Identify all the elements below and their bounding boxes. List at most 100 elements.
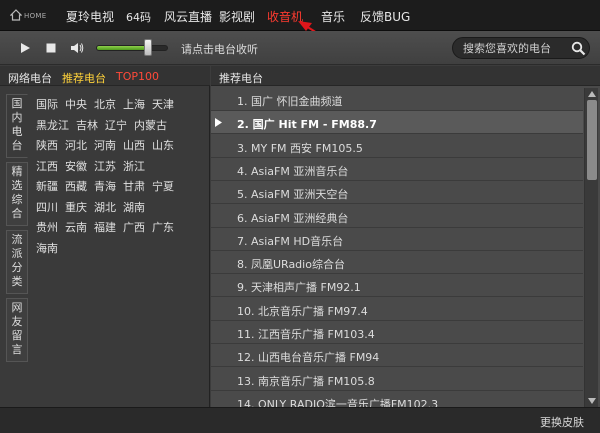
category-domestic[interactable]: 国内电台 [6, 94, 28, 158]
region-link[interactable]: 江苏 [94, 158, 116, 174]
station-row[interactable]: 12. 山西电台音乐广播 FM94 [211, 344, 583, 368]
region-link[interactable]: 新疆 [36, 178, 58, 194]
tab-network-radio[interactable]: 网络电台 [8, 70, 52, 86]
region-link[interactable]: 山东 [152, 137, 174, 153]
region-link[interactable]: 山西 [123, 137, 145, 153]
search-icon[interactable] [571, 41, 586, 56]
region-link[interactable]: 北京 [94, 96, 116, 112]
station-name: 4. AsiaFM 亚洲音乐台 [237, 164, 349, 178]
scrollbar[interactable] [584, 88, 598, 407]
left-tabs: 网络电台 推荐电台 TOP100 [0, 66, 210, 86]
category-char: 分 [11, 261, 23, 274]
station-row[interactable]: 10. 北京音乐广播 FM97.4 [211, 298, 583, 321]
change-skin-link[interactable]: 更换皮肤 [540, 414, 584, 430]
region-link[interactable]: 贵州 [36, 219, 58, 235]
home-icon [10, 9, 22, 21]
region-link[interactable]: 河北 [65, 137, 87, 153]
station-row[interactable]: 9. 天津相声广播 FM92.1 [211, 274, 583, 298]
category-char: 选 [11, 179, 23, 192]
region-link[interactable]: 广西 [123, 219, 145, 235]
scroll-down-icon[interactable] [587, 397, 597, 405]
station-panel: 推荐电台 1. 国广 怀旧金曲频道 2. 国广 Hit FM - FM88.7 3.… [211, 66, 600, 407]
nav-item-live[interactable]: 风云直播 [164, 8, 212, 25]
station-name: 11. 江西音乐广播 FM103.4 [237, 328, 375, 341]
region-link[interactable]: 江西 [36, 158, 58, 174]
station-row[interactable]: 3. MY FM 西安 FM105.5 [211, 135, 583, 158]
speaker-icon[interactable] [70, 41, 84, 55]
region-link[interactable]: 广东 [152, 219, 174, 235]
volume-fill [97, 46, 150, 50]
play-icon[interactable] [18, 41, 32, 55]
station-row[interactable]: 6. AsiaFM 亚洲经典台 [211, 205, 583, 228]
region-link[interactable]: 黑龙江 [36, 117, 69, 133]
nav-item-drama[interactable]: 影视剧 [219, 8, 255, 25]
category-char: 台 [11, 139, 23, 152]
category-char: 言 [11, 343, 23, 356]
region-link[interactable]: 上海 [123, 96, 145, 112]
search-input[interactable] [463, 41, 567, 56]
nav-item-tv[interactable]: 夏玲电视 [66, 8, 114, 25]
region-link[interactable]: 青海 [94, 178, 116, 194]
category-char: 派 [11, 247, 23, 260]
category-guestbook[interactable]: 网友留言 [6, 298, 28, 362]
station-name: 7. AsiaFM HD音乐台 [237, 234, 344, 248]
scroll-thumb[interactable] [587, 100, 597, 180]
home-button[interactable]: HOME [10, 7, 46, 25]
search-box [452, 37, 590, 59]
region-link[interactable]: 陕西 [36, 137, 58, 153]
category-char: 内 [11, 111, 23, 124]
volume-slider[interactable] [96, 45, 168, 51]
region-link[interactable]: 河南 [94, 137, 116, 153]
region-link[interactable]: 中央 [65, 96, 87, 112]
category-char: 类 [11, 275, 23, 288]
region-link[interactable]: 海南 [36, 240, 58, 256]
category-char: 综 [11, 193, 23, 206]
tab-top100[interactable]: TOP100 [116, 70, 159, 83]
region-link[interactable]: 重庆 [65, 199, 87, 215]
station-row[interactable]: 5. AsiaFM 亚洲天空台 [211, 181, 583, 205]
player-toolbar: 请点击电台收听 [0, 31, 600, 65]
station-name: 1. 国广 怀旧金曲频道 [237, 95, 343, 108]
region-link[interactable]: 福建 [94, 219, 116, 235]
region-link[interactable]: 吉林 [76, 117, 98, 133]
home-label: HOME [24, 12, 47, 20]
station-row[interactable]: 14. ONLY RADIO滨一音乐广播FM102.3 [211, 391, 583, 407]
category-char: 网 [11, 301, 23, 314]
region-link[interactable]: 四川 [36, 199, 58, 215]
region-link[interactable]: 甘肃 [123, 178, 145, 194]
tab-recommended[interactable]: 推荐电台 [62, 70, 106, 86]
station-name: 8. 凤凰URadio综合台 [237, 258, 345, 272]
region-link[interactable]: 宁夏 [152, 178, 174, 194]
station-row[interactable]: 4. AsiaFM 亚洲音乐台 [211, 158, 583, 181]
region-link[interactable]: 天津 [152, 96, 174, 112]
station-name: 3. MY FM 西安 FM105.5 [237, 141, 363, 155]
station-row[interactable]: 1. 国广 怀旧金曲频道 [211, 88, 583, 111]
category-featured[interactable]: 精选综合 [6, 162, 28, 226]
station-row[interactable]: 7. AsiaFM HD音乐台 [211, 228, 583, 251]
category-genre[interactable]: 流派分类 [6, 230, 28, 294]
station-row[interactable]: 13. 南京音乐广播 FM105.8 [211, 368, 583, 391]
nav-item-64[interactable]: 64码 [126, 9, 151, 25]
region-link[interactable]: 湖南 [123, 199, 145, 215]
scroll-up-icon[interactable] [587, 90, 597, 98]
region-link[interactable]: 辽宁 [105, 117, 127, 133]
player-hint: 请点击电台收听 [181, 43, 258, 56]
category-char: 精 [11, 165, 23, 178]
region-link[interactable]: 浙江 [123, 158, 145, 174]
station-row[interactable]: 11. 江西音乐广播 FM103.4 [211, 321, 583, 344]
station-name: 13. 南京音乐广播 FM105.8 [237, 374, 375, 388]
stop-icon[interactable] [44, 41, 58, 55]
volume-handle[interactable] [144, 39, 152, 56]
station-row[interactable]: 8. 凤凰URadio综合台 [211, 251, 583, 275]
region-link[interactable]: 西藏 [65, 178, 87, 194]
region-link[interactable]: 云南 [65, 219, 87, 235]
station-list-header: 推荐电台 [211, 66, 600, 86]
category-char: 友 [11, 315, 23, 328]
left-panel: 网络电台 推荐电台 TOP100 国内电台 精选综合 流派分类 网友留言 国际中… [0, 66, 210, 407]
region-link[interactable]: 国际 [36, 96, 58, 112]
region-link[interactable]: 湖北 [94, 199, 116, 215]
region-link[interactable]: 安徽 [65, 158, 87, 174]
station-row[interactable]: 2. 国广 Hit FM - FM88.7 [211, 111, 583, 135]
region-link[interactable]: 内蒙古 [134, 117, 167, 133]
category-char: 国 [11, 97, 23, 110]
